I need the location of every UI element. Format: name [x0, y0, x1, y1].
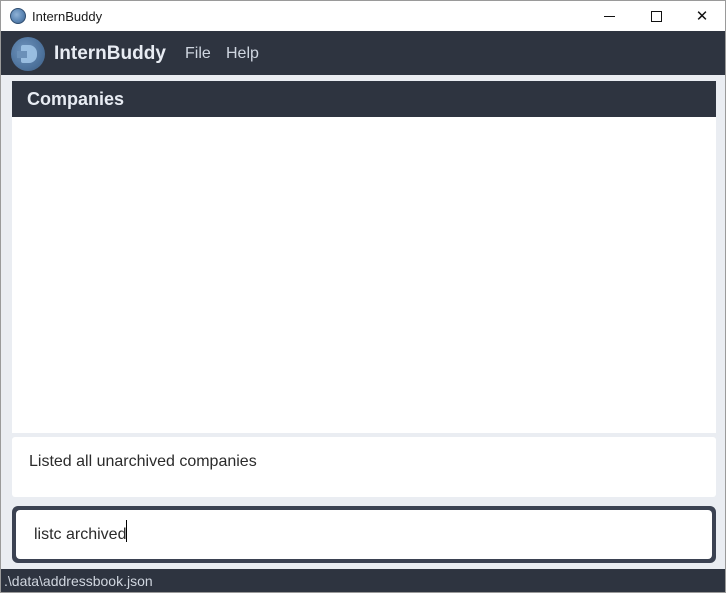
maximize-button[interactable]	[633, 1, 679, 31]
result-display: Listed all unarchived companies	[12, 437, 716, 497]
maximize-icon	[650, 10, 662, 22]
menu-file[interactable]: File	[185, 45, 211, 63]
app-logo-icon	[10, 8, 26, 24]
minimize-button[interactable]	[586, 1, 632, 31]
menu-help[interactable]: Help	[226, 45, 259, 63]
command-input[interactable]	[16, 510, 712, 559]
result-message: Listed all unarchived companies	[29, 453, 257, 470]
close-button[interactable]: ✕	[679, 1, 725, 31]
app-window: InternBuddy ✕ InternBuddy File Help Comp…	[0, 0, 726, 593]
brand-logo-icon	[11, 37, 45, 71]
command-box	[12, 506, 716, 563]
window-title: InternBuddy	[32, 9, 103, 24]
companies-panel-title: Companies	[27, 89, 125, 109]
companies-list[interactable]	[12, 117, 716, 429]
minimize-icon	[603, 15, 615, 17]
save-file-path: .\data\addressbook.json	[4, 573, 153, 589]
brand-name: InternBuddy	[54, 43, 166, 64]
status-bar: .\data\addressbook.json	[1, 569, 725, 592]
title-bar: InternBuddy ✕	[1, 1, 725, 31]
menu-bar: InternBuddy File Help	[1, 31, 725, 75]
close-icon: ✕	[695, 8, 709, 25]
companies-panel-header: Companies	[12, 81, 716, 117]
text-cursor	[126, 520, 127, 542]
companies-panel: Companies	[12, 81, 716, 433]
